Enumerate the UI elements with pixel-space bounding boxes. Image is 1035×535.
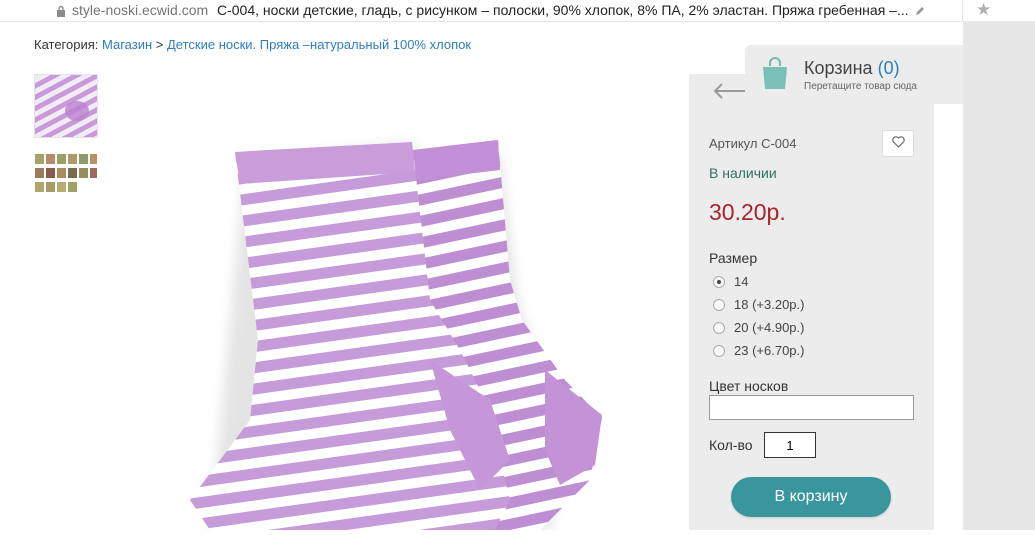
url-domain: style-noski.ecwid.com xyxy=(72,2,209,18)
stock-status: В наличии xyxy=(709,165,777,181)
cart-title-text: Корзина xyxy=(804,58,873,78)
size-label: Размер xyxy=(709,250,758,266)
radio-button[interactable] xyxy=(713,275,725,288)
size-option-18[interactable]: 18 (+3.20р.) xyxy=(713,297,804,312)
page-title-text: С-004, носки детские, гладь, с рисунком … xyxy=(217,2,909,18)
page-background-right xyxy=(963,22,1035,530)
size-option-20[interactable]: 20 (+4.90р.) xyxy=(713,320,804,335)
cart-title[interactable]: Корзина (0) xyxy=(804,58,900,79)
product-thumbnail-1[interactable] xyxy=(34,74,98,138)
shopping-bag-icon[interactable] xyxy=(761,56,789,90)
sock-color-label: Цвет носков xyxy=(709,378,789,394)
breadcrumb-link-shop[interactable]: Магазин xyxy=(102,37,152,52)
size-option-14[interactable]: 14 xyxy=(713,274,748,289)
address-bar[interactable]: style-noski.ecwid.com С-004, носки детск… xyxy=(0,0,1035,22)
divider xyxy=(962,0,963,21)
wishlist-button[interactable] xyxy=(882,130,914,157)
product-sku: Артикул С-004 xyxy=(709,136,797,151)
breadcrumb-link-category[interactable]: Детские носки. Пряжа –натуральный 100% х… xyxy=(167,37,471,52)
lock-icon xyxy=(56,4,66,20)
radio-button[interactable] xyxy=(713,344,725,357)
size-option-label: 14 xyxy=(734,274,749,289)
size-option-label: 18 (+3.20р.) xyxy=(734,297,805,312)
size-option-label: 20 (+4.90р.) xyxy=(734,320,805,335)
quantity-input[interactable] xyxy=(764,432,816,458)
back-arrow-icon[interactable] xyxy=(712,80,748,102)
radio-button[interactable] xyxy=(713,298,725,311)
star-icon[interactable]: ★ xyxy=(976,0,991,20)
breadcrumb-separator: > xyxy=(152,37,167,52)
add-to-cart-button[interactable]: В корзину xyxy=(731,477,891,517)
product-price: 30.20р. xyxy=(709,199,786,225)
heart-icon xyxy=(891,135,905,153)
breadcrumb-prefix: Категория: xyxy=(34,37,99,52)
cart-drop-hint: Перетащите товар сюда xyxy=(804,81,917,92)
breadcrumb: Категория: Магазин > Детские носки. Пряж… xyxy=(34,37,471,52)
quantity-label: Кол-во xyxy=(709,437,753,453)
cart-count: (0) xyxy=(877,58,900,78)
pencil-icon[interactable] xyxy=(914,4,926,20)
product-main-image[interactable] xyxy=(150,80,650,530)
size-option-label: 23 (+6.70р.) xyxy=(734,343,805,358)
sock-color-input[interactable] xyxy=(709,395,914,420)
size-option-23[interactable]: 23 (+6.70р.) xyxy=(713,343,804,358)
product-thumbnail-2[interactable] xyxy=(34,152,98,200)
radio-button[interactable] xyxy=(713,321,725,334)
